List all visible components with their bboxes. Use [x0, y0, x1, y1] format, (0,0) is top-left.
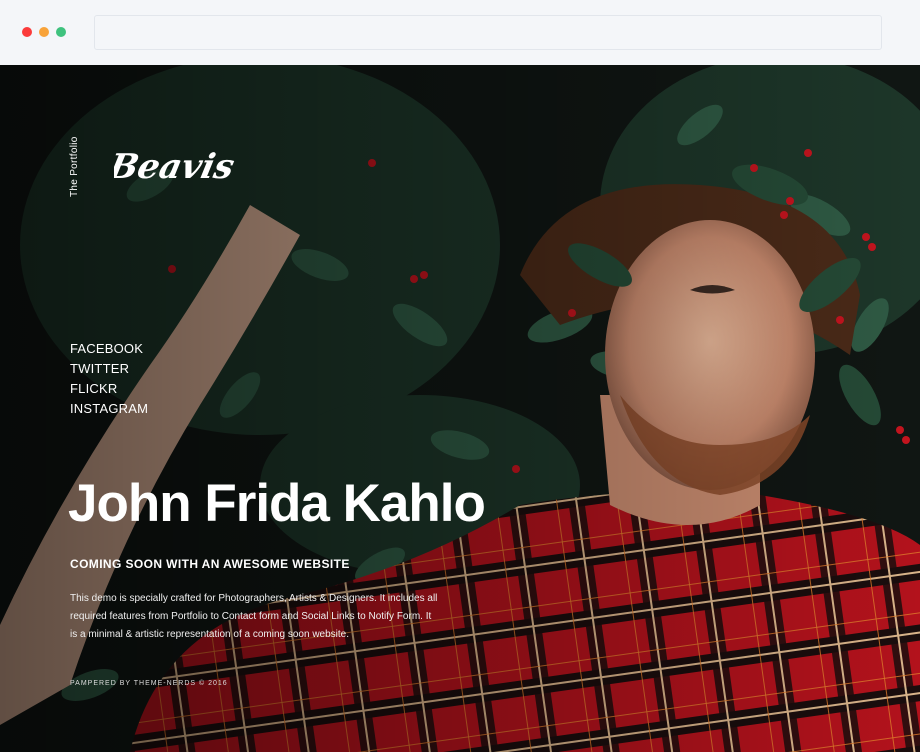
- social-link-facebook[interactable]: FACEBOOK: [70, 339, 148, 359]
- brand-logo[interactable]: Beavis: [104, 136, 259, 201]
- minimize-window-dot[interactable]: [39, 27, 49, 37]
- logo-text: Beavis: [114, 147, 238, 187]
- browser-toolbar: [0, 0, 920, 66]
- social-links: FACEBOOK TWITTER FLICKR INSTAGRAM: [70, 339, 148, 419]
- hero-subheading: COMING SOON WITH AN AWESOME WEBSITE: [70, 557, 350, 571]
- portfolio-tagline: The Portfolio: [69, 136, 80, 197]
- hero-description: This demo is specially crafted for Photo…: [70, 593, 438, 640]
- close-window-dot[interactable]: [22, 27, 32, 37]
- maximize-window-dot[interactable]: [56, 27, 66, 37]
- social-link-flickr[interactable]: FLICKR: [70, 379, 148, 399]
- address-bar[interactable]: [94, 15, 882, 50]
- beavis-logo-icon: Beavis: [104, 147, 238, 187]
- social-link-twitter[interactable]: TWITTER: [70, 359, 148, 379]
- footer-credit: PAMPERED BY THEME-NERDS © 2016: [70, 680, 228, 687]
- social-link-instagram[interactable]: INSTAGRAM: [70, 399, 148, 419]
- hero-headline: John Frida Kahlo: [68, 474, 486, 533]
